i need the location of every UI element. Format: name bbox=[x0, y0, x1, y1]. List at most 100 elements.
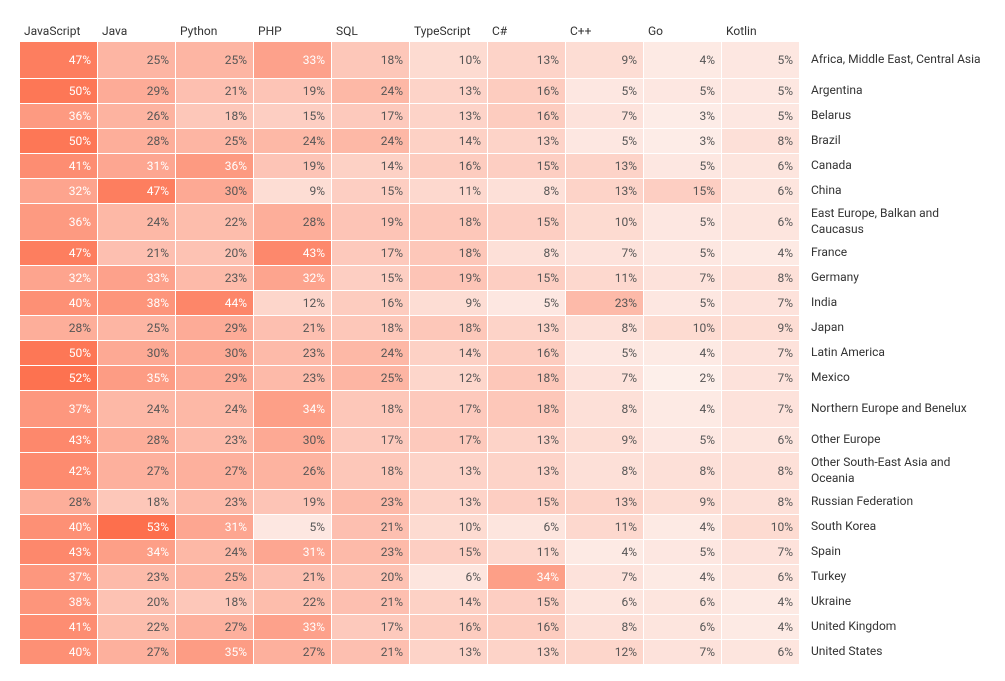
heatmap-cell[interactable]: 38% bbox=[20, 590, 97, 614]
heatmap-cell[interactable]: 43% bbox=[20, 540, 97, 564]
heatmap-cell[interactable]: 7% bbox=[722, 291, 799, 315]
heatmap-cell[interactable]: 32% bbox=[20, 179, 97, 203]
heatmap-cell[interactable]: 15% bbox=[410, 540, 487, 564]
heatmap-cell[interactable]: 11% bbox=[410, 179, 487, 203]
heatmap-cell[interactable]: 8% bbox=[722, 453, 799, 489]
heatmap-cell[interactable]: 13% bbox=[410, 490, 487, 514]
heatmap-cell[interactable]: 18% bbox=[98, 490, 175, 514]
heatmap-cell[interactable]: 6% bbox=[722, 154, 799, 178]
heatmap-cell[interactable]: 5% bbox=[722, 104, 799, 128]
heatmap-cell[interactable]: 10% bbox=[566, 204, 643, 240]
heatmap-cell[interactable]: 35% bbox=[176, 640, 253, 664]
heatmap-cell[interactable]: 29% bbox=[98, 79, 175, 103]
heatmap-cell[interactable]: 13% bbox=[488, 316, 565, 340]
heatmap-cell[interactable]: 15% bbox=[332, 266, 409, 290]
heatmap-cell[interactable]: 42% bbox=[20, 453, 97, 489]
heatmap-cell[interactable]: 17% bbox=[332, 104, 409, 128]
heatmap-cell[interactable]: 28% bbox=[98, 428, 175, 452]
heatmap-cell[interactable]: 4% bbox=[722, 241, 799, 265]
heatmap-cell[interactable]: 5% bbox=[488, 291, 565, 315]
heatmap-cell[interactable]: 11% bbox=[566, 266, 643, 290]
heatmap-cell[interactable]: 25% bbox=[176, 42, 253, 78]
heatmap-cell[interactable]: 4% bbox=[644, 515, 721, 539]
heatmap-cell[interactable]: 19% bbox=[254, 490, 331, 514]
heatmap-cell[interactable]: 13% bbox=[488, 453, 565, 489]
heatmap-cell[interactable]: 15% bbox=[254, 104, 331, 128]
heatmap-cell[interactable]: 13% bbox=[566, 154, 643, 178]
heatmap-cell[interactable]: 43% bbox=[20, 428, 97, 452]
heatmap-cell[interactable]: 23% bbox=[254, 341, 331, 365]
heatmap-cell[interactable]: 17% bbox=[410, 391, 487, 427]
heatmap-cell[interactable]: 34% bbox=[98, 540, 175, 564]
heatmap-cell[interactable]: 11% bbox=[488, 540, 565, 564]
heatmap-cell[interactable]: 16% bbox=[488, 79, 565, 103]
heatmap-cell[interactable]: 5% bbox=[644, 241, 721, 265]
heatmap-cell[interactable]: 28% bbox=[254, 204, 331, 240]
heatmap-cell[interactable]: 23% bbox=[98, 565, 175, 589]
heatmap-cell[interactable]: 33% bbox=[98, 266, 175, 290]
heatmap-cell[interactable]: 18% bbox=[332, 391, 409, 427]
heatmap-cell[interactable]: 18% bbox=[176, 104, 253, 128]
heatmap-cell[interactable]: 15% bbox=[488, 590, 565, 614]
heatmap-cell[interactable]: 28% bbox=[98, 129, 175, 153]
heatmap-cell[interactable]: 30% bbox=[176, 341, 253, 365]
heatmap-cell[interactable]: 6% bbox=[722, 179, 799, 203]
heatmap-cell[interactable]: 32% bbox=[20, 266, 97, 290]
heatmap-cell[interactable]: 5% bbox=[722, 79, 799, 103]
heatmap-cell[interactable]: 10% bbox=[410, 42, 487, 78]
heatmap-cell[interactable]: 8% bbox=[488, 179, 565, 203]
heatmap-cell[interactable]: 8% bbox=[722, 266, 799, 290]
heatmap-cell[interactable]: 4% bbox=[722, 615, 799, 639]
heatmap-cell[interactable]: 5% bbox=[644, 79, 721, 103]
heatmap-cell[interactable]: 16% bbox=[410, 154, 487, 178]
heatmap-cell[interactable]: 16% bbox=[488, 615, 565, 639]
heatmap-cell[interactable]: 5% bbox=[644, 154, 721, 178]
heatmap-cell[interactable]: 28% bbox=[20, 490, 97, 514]
heatmap-cell[interactable]: 15% bbox=[644, 179, 721, 203]
heatmap-cell[interactable]: 15% bbox=[488, 266, 565, 290]
heatmap-cell[interactable]: 7% bbox=[644, 640, 721, 664]
heatmap-cell[interactable]: 25% bbox=[176, 565, 253, 589]
heatmap-cell[interactable]: 5% bbox=[644, 540, 721, 564]
heatmap-cell[interactable]: 23% bbox=[254, 366, 331, 390]
heatmap-cell[interactable]: 8% bbox=[566, 391, 643, 427]
heatmap-cell[interactable]: 5% bbox=[566, 341, 643, 365]
heatmap-cell[interactable]: 12% bbox=[410, 366, 487, 390]
heatmap-cell[interactable]: 5% bbox=[566, 129, 643, 153]
heatmap-cell[interactable]: 10% bbox=[644, 316, 721, 340]
heatmap-cell[interactable]: 9% bbox=[722, 316, 799, 340]
heatmap-cell[interactable]: 6% bbox=[644, 615, 721, 639]
heatmap-cell[interactable]: 47% bbox=[20, 241, 97, 265]
heatmap-cell[interactable]: 15% bbox=[488, 490, 565, 514]
heatmap-cell[interactable]: 13% bbox=[488, 428, 565, 452]
heatmap-cell[interactable]: 7% bbox=[644, 266, 721, 290]
heatmap-cell[interactable]: 24% bbox=[176, 540, 253, 564]
heatmap-cell[interactable]: 18% bbox=[488, 391, 565, 427]
heatmap-cell[interactable]: 25% bbox=[98, 42, 175, 78]
heatmap-cell[interactable]: 23% bbox=[176, 428, 253, 452]
heatmap-cell[interactable]: 13% bbox=[488, 42, 565, 78]
heatmap-cell[interactable]: 40% bbox=[20, 640, 97, 664]
heatmap-cell[interactable]: 21% bbox=[254, 565, 331, 589]
heatmap-cell[interactable]: 53% bbox=[98, 515, 175, 539]
heatmap-cell[interactable]: 24% bbox=[332, 79, 409, 103]
heatmap-cell[interactable]: 5% bbox=[254, 515, 331, 539]
heatmap-cell[interactable]: 27% bbox=[176, 615, 253, 639]
heatmap-cell[interactable]: 17% bbox=[332, 615, 409, 639]
heatmap-cell[interactable]: 16% bbox=[488, 104, 565, 128]
heatmap-cell[interactable]: 26% bbox=[98, 104, 175, 128]
heatmap-cell[interactable]: 27% bbox=[98, 640, 175, 664]
heatmap-cell[interactable]: 18% bbox=[410, 204, 487, 240]
heatmap-cell[interactable]: 9% bbox=[566, 428, 643, 452]
heatmap-cell[interactable]: 18% bbox=[332, 453, 409, 489]
heatmap-cell[interactable]: 8% bbox=[566, 453, 643, 489]
heatmap-cell[interactable]: 24% bbox=[332, 129, 409, 153]
heatmap-cell[interactable]: 47% bbox=[98, 179, 175, 203]
heatmap-cell[interactable]: 24% bbox=[98, 391, 175, 427]
heatmap-cell[interactable]: 4% bbox=[644, 565, 721, 589]
heatmap-cell[interactable]: 41% bbox=[20, 154, 97, 178]
heatmap-cell[interactable]: 6% bbox=[488, 515, 565, 539]
heatmap-cell[interactable]: 9% bbox=[410, 291, 487, 315]
heatmap-cell[interactable]: 38% bbox=[98, 291, 175, 315]
heatmap-cell[interactable]: 8% bbox=[722, 490, 799, 514]
